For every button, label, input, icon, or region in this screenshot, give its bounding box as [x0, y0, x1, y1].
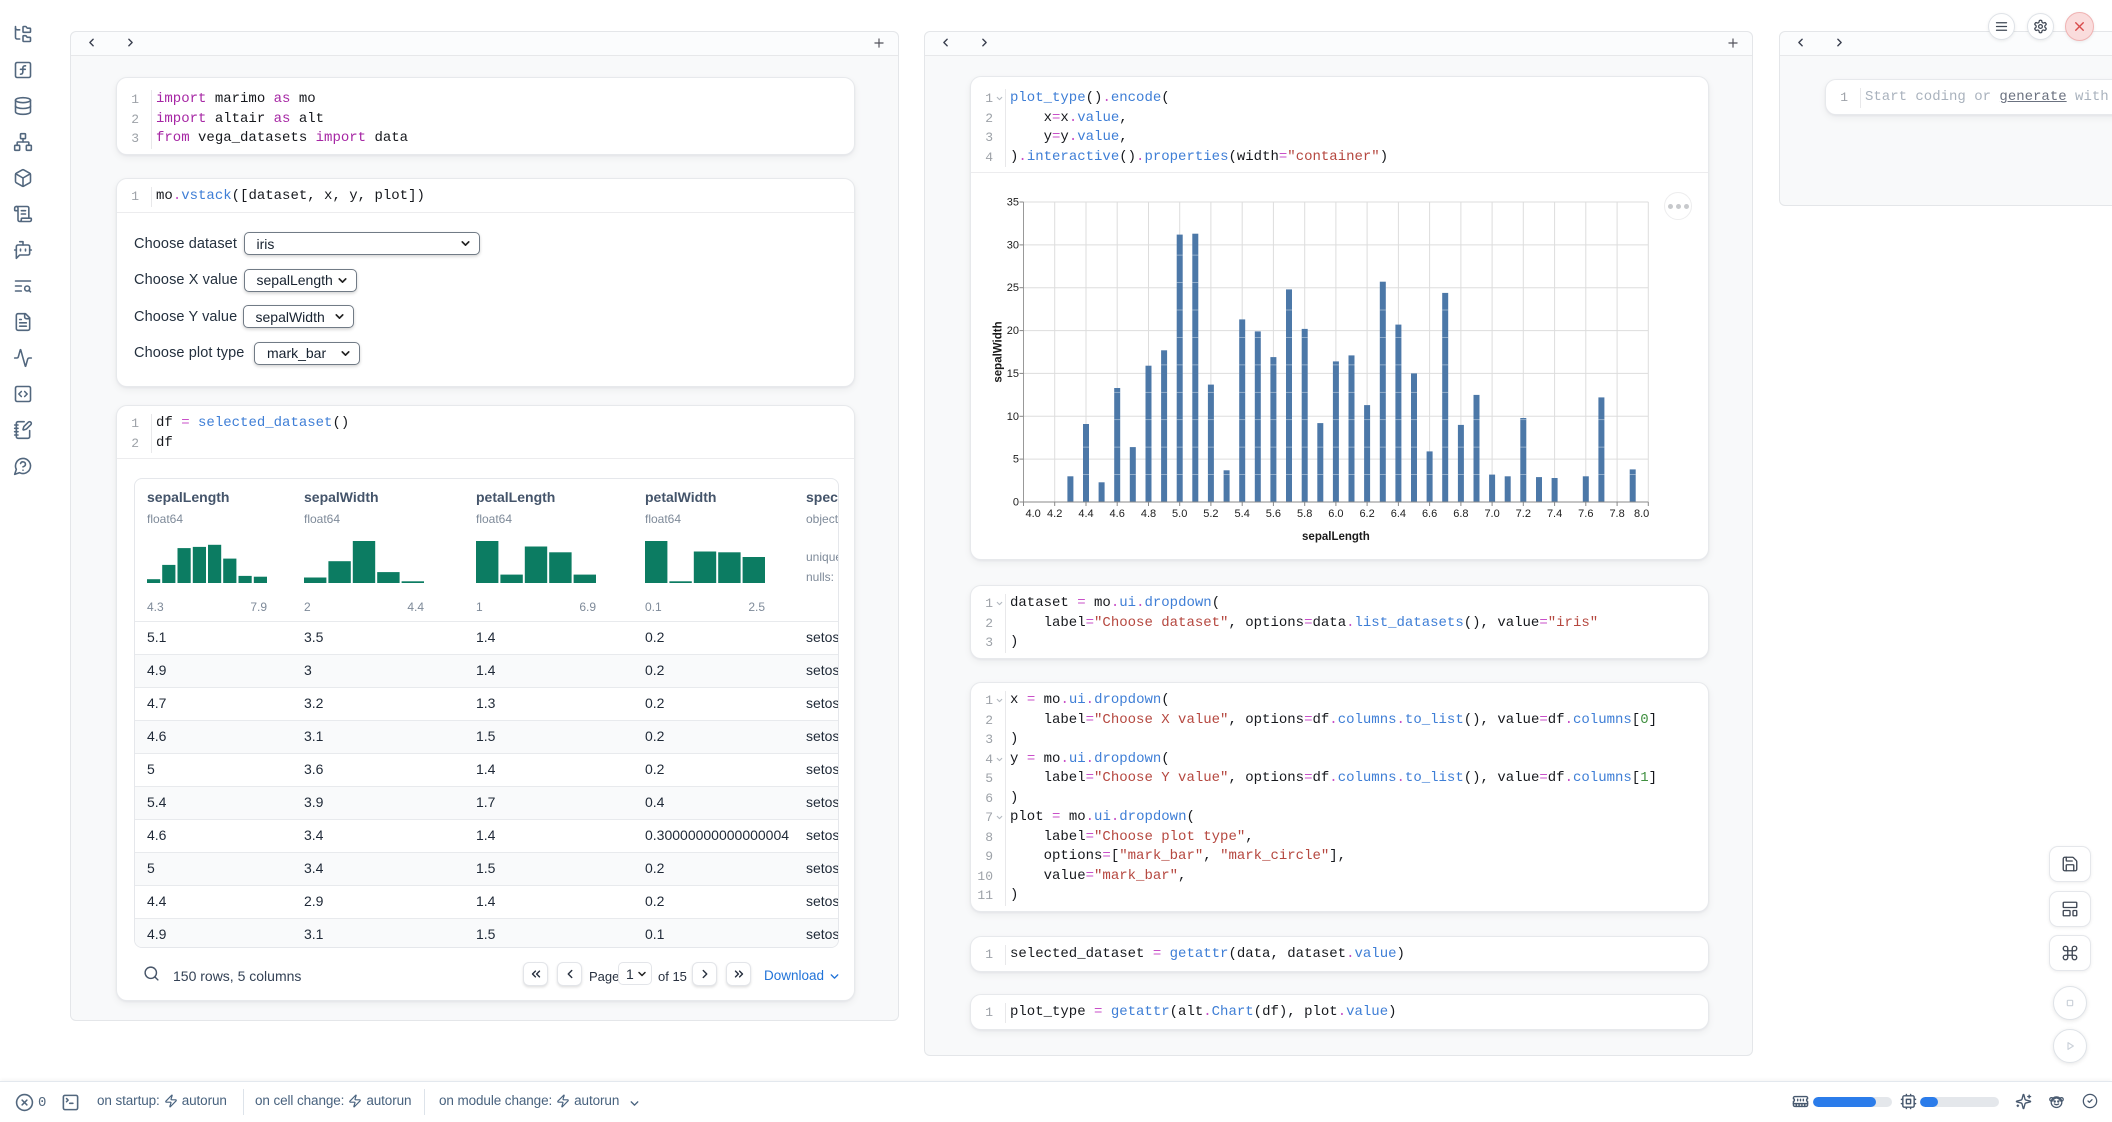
svg-text:30: 30	[1007, 239, 1019, 251]
svg-text:sepalWidth: sepalWidth	[993, 321, 1005, 382]
svg-text:sepalLength: sepalLength	[1302, 531, 1370, 543]
svg-text:5.8: 5.8	[1297, 508, 1312, 520]
svg-text:5.0: 5.0	[1172, 508, 1187, 520]
svg-text:7.6: 7.6	[1578, 508, 1593, 520]
svg-text:4.8: 4.8	[1141, 508, 1156, 520]
svg-text:0: 0	[1013, 497, 1019, 509]
svg-text:6.8: 6.8	[1453, 508, 1468, 520]
svg-text:5.2: 5.2	[1203, 508, 1218, 520]
svg-text:15: 15	[1007, 368, 1019, 380]
svg-text:6.4: 6.4	[1391, 508, 1406, 520]
svg-text:25: 25	[1007, 282, 1019, 294]
svg-text:5.6: 5.6	[1266, 508, 1281, 520]
svg-text:4.2: 4.2	[1047, 508, 1062, 520]
svg-text:35: 35	[1007, 197, 1019, 209]
svg-text:7.2: 7.2	[1516, 508, 1531, 520]
svg-text:6.6: 6.6	[1422, 508, 1437, 520]
svg-text:8.0: 8.0	[1634, 508, 1649, 520]
svg-text:7.0: 7.0	[1484, 508, 1499, 520]
svg-text:5.4: 5.4	[1235, 508, 1250, 520]
svg-text:5: 5	[1013, 454, 1019, 466]
svg-text:7.4: 7.4	[1547, 508, 1562, 520]
svg-text:4.4: 4.4	[1078, 508, 1093, 520]
svg-text:6.2: 6.2	[1359, 508, 1374, 520]
svg-text:6.0: 6.0	[1328, 508, 1343, 520]
svg-text:4.0: 4.0	[1026, 508, 1041, 520]
svg-text:7.8: 7.8	[1609, 508, 1624, 520]
svg-text:4.6: 4.6	[1110, 508, 1125, 520]
svg-text:20: 20	[1007, 325, 1019, 337]
svg-text:10: 10	[1007, 411, 1019, 423]
